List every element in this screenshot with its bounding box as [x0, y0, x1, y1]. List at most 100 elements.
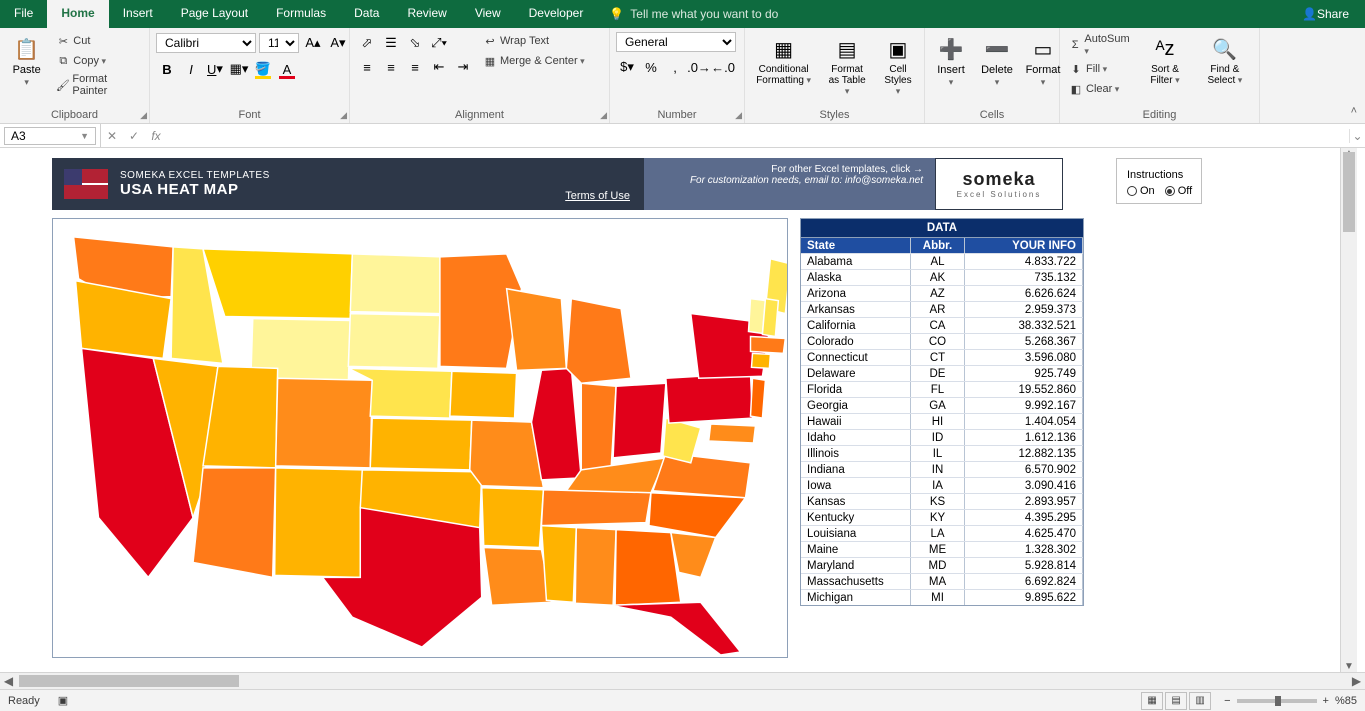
- cell-abbr[interactable]: IA: [911, 478, 965, 493]
- cell-info[interactable]: 4.625.470: [965, 526, 1083, 541]
- share-button[interactable]: 👤 Share: [1286, 0, 1365, 28]
- cell-abbr[interactable]: ME: [911, 542, 965, 557]
- align-middle-icon[interactable]: ☰: [380, 32, 402, 54]
- tab-view[interactable]: View: [461, 0, 515, 28]
- cell-state[interactable]: Michigan: [801, 590, 911, 605]
- tab-insert[interactable]: Insert: [109, 0, 167, 28]
- worksheet-area[interactable]: SOMEKA EXCEL TEMPLATES USA HEAT MAP Term…: [0, 148, 1365, 672]
- cell-abbr[interactable]: CA: [911, 318, 965, 333]
- tab-review[interactable]: Review: [393, 0, 460, 28]
- sort-filter-button[interactable]: ᴬᴢSort & Filter: [1139, 32, 1190, 88]
- merge-center-button[interactable]: ▦Merge & Center: [480, 52, 587, 70]
- cell-info[interactable]: 1.612.136: [965, 430, 1083, 445]
- page-break-view-icon[interactable]: ▥: [1189, 692, 1211, 710]
- scroll-right-icon[interactable]: ▶: [1348, 674, 1365, 688]
- cell-styles-button[interactable]: ▣Cell Styles: [878, 32, 918, 99]
- scroll-thumb[interactable]: [1343, 152, 1355, 232]
- table-row[interactable]: AlaskaAK735.132: [801, 269, 1083, 285]
- templates-link-text[interactable]: For other Excel templates, click →: [771, 164, 923, 175]
- enter-formula-icon[interactable]: ✓: [123, 125, 145, 147]
- conditional-formatting-button[interactable]: ▦Conditional Formatting: [751, 32, 816, 88]
- comma-icon[interactable]: ,: [664, 56, 686, 78]
- tab-formulas[interactable]: Formulas: [262, 0, 340, 28]
- align-center-icon[interactable]: ≡: [380, 56, 402, 78]
- table-row[interactable]: ArkansasAR2.959.373: [801, 301, 1083, 317]
- table-row[interactable]: DelawareDE925.749: [801, 365, 1083, 381]
- zoom-level[interactable]: %85: [1335, 695, 1357, 707]
- cell-info[interactable]: 6.626.624: [965, 286, 1083, 301]
- cell-info[interactable]: 925.749: [965, 366, 1083, 381]
- instructions-off-radio[interactable]: Off: [1165, 185, 1192, 197]
- cell-state[interactable]: Kentucky: [801, 510, 911, 525]
- autosum-button[interactable]: ΣAutoSum: [1066, 32, 1133, 58]
- font-color-icon[interactable]: A: [276, 58, 298, 80]
- tell-me-search[interactable]: 💡 Tell me what you want to do: [597, 0, 790, 28]
- cell-info[interactable]: 4.395.295: [965, 510, 1083, 525]
- bold-icon[interactable]: B: [156, 58, 178, 80]
- dialog-launcher-icon[interactable]: ◢: [340, 110, 347, 121]
- align-bottom-icon[interactable]: ⬂: [404, 32, 426, 54]
- cell-state[interactable]: Maryland: [801, 558, 911, 573]
- vertical-scrollbar[interactable]: ▲ ▼: [1340, 148, 1357, 672]
- cell-state[interactable]: Alaska: [801, 270, 911, 285]
- increase-font-icon[interactable]: A▴: [302, 32, 324, 54]
- cell-info[interactable]: 12.882.135: [965, 446, 1083, 461]
- decrease-decimal-icon[interactable]: ←.0: [712, 56, 734, 78]
- dialog-launcher-icon[interactable]: ◢: [600, 110, 607, 121]
- copy-button[interactable]: ⧉Copy: [53, 52, 143, 70]
- cell-info[interactable]: 3.596.080: [965, 350, 1083, 365]
- orientation-icon[interactable]: ⤢▾: [428, 32, 450, 54]
- accounting-icon[interactable]: $▾: [616, 56, 638, 78]
- horizontal-scrollbar[interactable]: ◀ ▶: [0, 672, 1365, 689]
- table-row[interactable]: ArizonaAZ6.626.624: [801, 285, 1083, 301]
- table-row[interactable]: LouisianaLA4.625.470: [801, 525, 1083, 541]
- delete-cells-button[interactable]: ➖Delete: [977, 32, 1017, 90]
- hscroll-thumb[interactable]: [19, 675, 239, 687]
- table-row[interactable]: KentuckyKY4.395.295: [801, 509, 1083, 525]
- insert-cells-button[interactable]: ➕Insert: [931, 32, 971, 90]
- cell-info[interactable]: 3.090.416: [965, 478, 1083, 493]
- wrap-text-button[interactable]: ↩Wrap Text: [480, 32, 587, 50]
- collapse-ribbon-icon[interactable]: ˄: [1351, 105, 1357, 117]
- table-row[interactable]: IdahoID1.612.136: [801, 429, 1083, 445]
- cell-info[interactable]: 2.893.957: [965, 494, 1083, 509]
- increase-indent-icon[interactable]: ⇥: [452, 56, 474, 78]
- table-row[interactable]: MichiganMI9.895.622: [801, 589, 1083, 605]
- cell-abbr[interactable]: MA: [911, 574, 965, 589]
- cell-info[interactable]: 38.332.521: [965, 318, 1083, 333]
- cell-abbr[interactable]: LA: [911, 526, 965, 541]
- zoom-out-icon[interactable]: −: [1224, 695, 1230, 707]
- table-row[interactable]: FloridaFL19.552.860: [801, 381, 1083, 397]
- cell-info[interactable]: 5.268.367: [965, 334, 1083, 349]
- decrease-indent-icon[interactable]: ⇤: [428, 56, 450, 78]
- dialog-launcher-icon[interactable]: ◢: [735, 110, 742, 121]
- header-abbr[interactable]: Abbr.: [911, 238, 965, 253]
- align-top-icon[interactable]: ⬀: [356, 32, 378, 54]
- format-as-table-button[interactable]: ▤Format as Table: [822, 32, 872, 99]
- cell-state[interactable]: Connecticut: [801, 350, 911, 365]
- cancel-formula-icon[interactable]: ✕: [101, 125, 123, 147]
- table-row[interactable]: HawaiiHI1.404.054: [801, 413, 1083, 429]
- paste-button[interactable]: 📋 Paste: [6, 32, 47, 90]
- table-row[interactable]: IowaIA3.090.416: [801, 477, 1083, 493]
- cell-state[interactable]: Florida: [801, 382, 911, 397]
- cell-info[interactable]: 5.928.814: [965, 558, 1083, 573]
- table-row[interactable]: MarylandMD5.928.814: [801, 557, 1083, 573]
- increase-decimal-icon[interactable]: .0→: [688, 56, 710, 78]
- tab-page-layout[interactable]: Page Layout: [167, 0, 262, 28]
- table-row[interactable]: ConnecticutCT3.596.080: [801, 349, 1083, 365]
- cell-abbr[interactable]: FL: [911, 382, 965, 397]
- decrease-font-icon[interactable]: A▾: [327, 32, 349, 54]
- cell-abbr[interactable]: MD: [911, 558, 965, 573]
- table-row[interactable]: IndianaIN6.570.902: [801, 461, 1083, 477]
- number-format-select[interactable]: General: [616, 32, 736, 52]
- fill-button[interactable]: ⬇Fill: [1066, 60, 1133, 78]
- cell-state[interactable]: Hawaii: [801, 414, 911, 429]
- cell-abbr[interactable]: KS: [911, 494, 965, 509]
- table-row[interactable]: IllinoisIL12.882.135: [801, 445, 1083, 461]
- cell-state[interactable]: Alabama: [801, 254, 911, 269]
- cell-info[interactable]: 735.132: [965, 270, 1083, 285]
- cell-state[interactable]: Kansas: [801, 494, 911, 509]
- table-row[interactable]: AlabamaAL4.833.722: [801, 253, 1083, 269]
- cell-info[interactable]: 2.959.373: [965, 302, 1083, 317]
